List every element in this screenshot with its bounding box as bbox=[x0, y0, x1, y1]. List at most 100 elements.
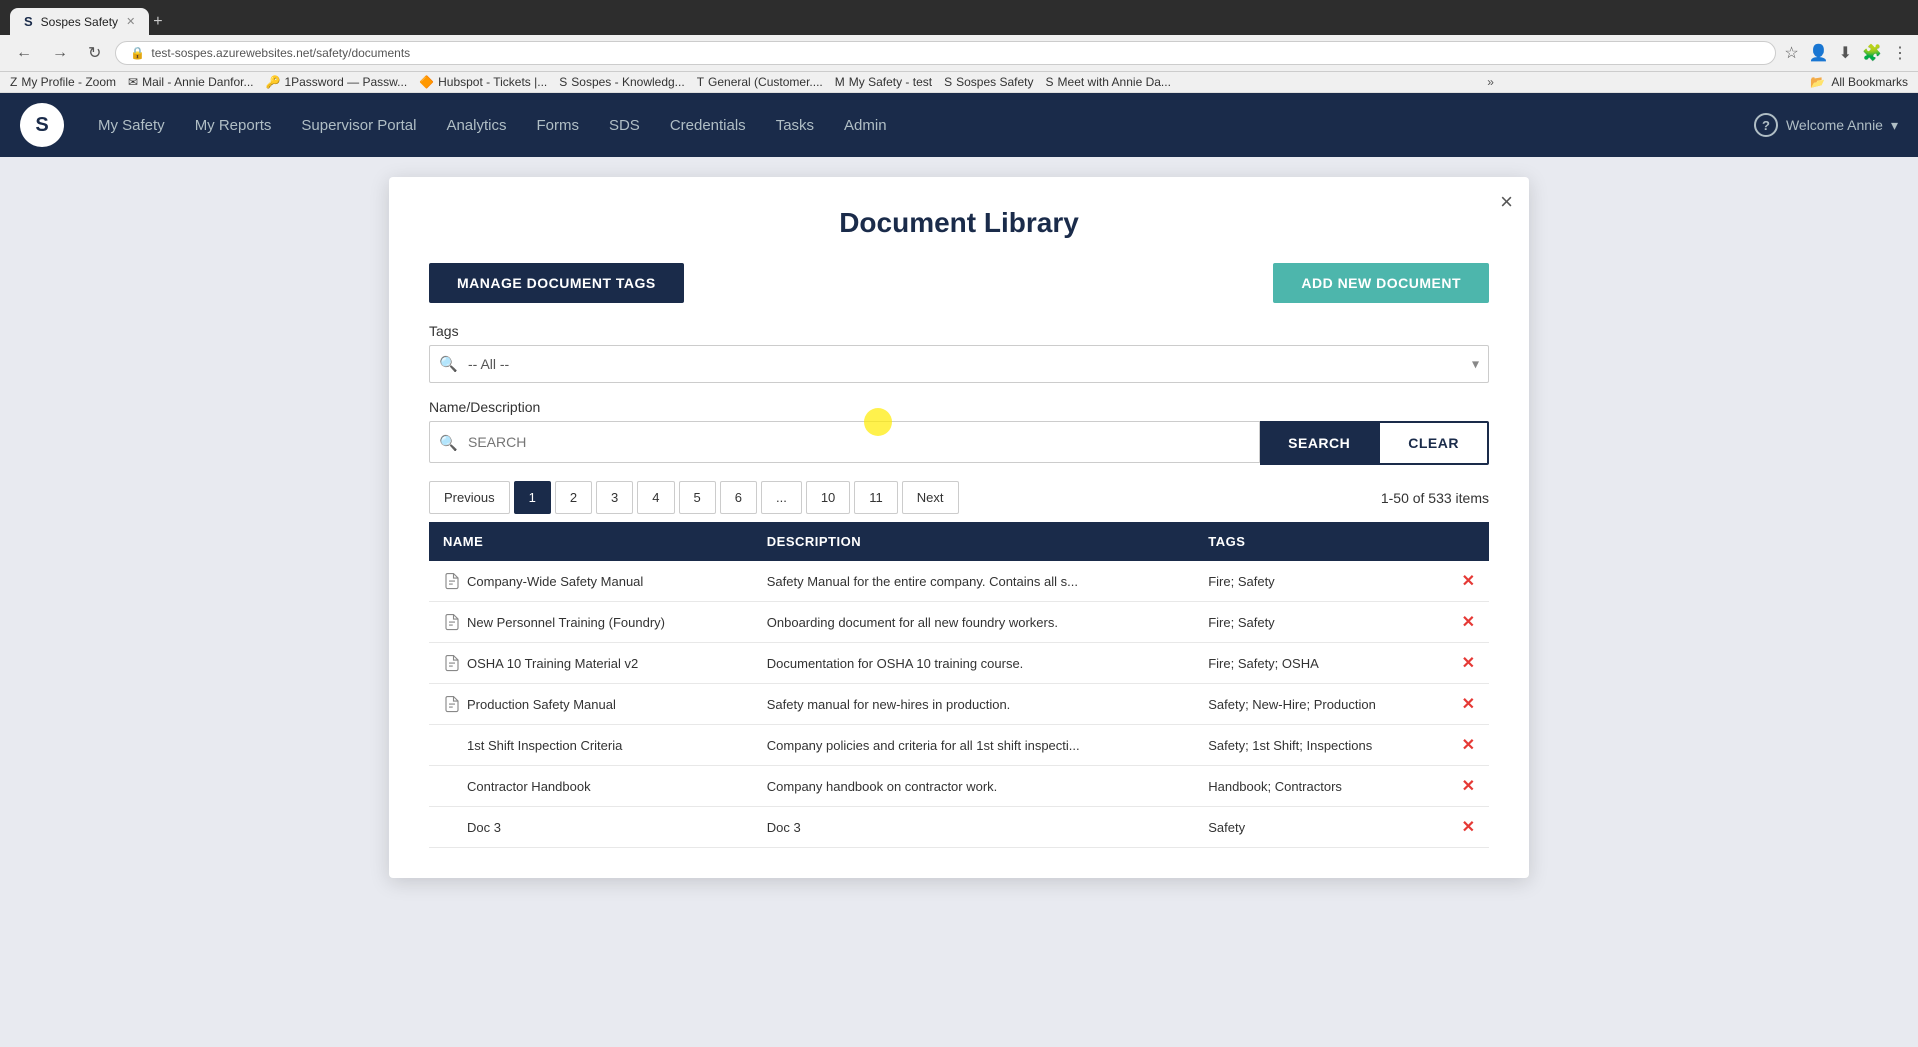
tab-close-icon[interactable]: ✕ bbox=[126, 15, 135, 28]
nav-forms[interactable]: Forms bbox=[522, 109, 593, 142]
nav-credentials[interactable]: Credentials bbox=[656, 109, 760, 142]
tags-select[interactable]: -- All -- bbox=[429, 345, 1489, 383]
page-6-button[interactable]: 6 bbox=[720, 481, 757, 514]
column-header-description: DESCRIPTION bbox=[753, 522, 1194, 561]
bookmarks-star-icon[interactable]: ☆ bbox=[1784, 43, 1798, 63]
cell-delete[interactable]: ✕ bbox=[1448, 602, 1489, 643]
delete-row-button[interactable]: ✕ bbox=[1462, 694, 1475, 714]
forward-button[interactable]: → bbox=[46, 42, 74, 64]
page-3-button[interactable]: 3 bbox=[596, 481, 633, 514]
menu-icon[interactable]: ⋮ bbox=[1892, 43, 1908, 63]
bookmark-hubspot-icon: 🔶 bbox=[419, 75, 434, 89]
table-row: Production Safety Manual Safety manual f… bbox=[429, 684, 1489, 725]
nav-supervisor-portal[interactable]: Supervisor Portal bbox=[287, 109, 430, 142]
bookmark-meet-icon: S bbox=[1046, 75, 1054, 89]
delete-row-button[interactable]: ✕ bbox=[1462, 817, 1475, 837]
page-4-button[interactable]: 4 bbox=[637, 481, 674, 514]
bookmark-1password[interactable]: 🔑 1Password — Passw... bbox=[265, 75, 407, 89]
nav-sds[interactable]: SDS bbox=[595, 109, 654, 142]
delete-row-button[interactable]: ✕ bbox=[1462, 735, 1475, 755]
cell-tags: Safety; 1st Shift; Inspections bbox=[1194, 725, 1447, 766]
bookmarks-more-button[interactable]: » bbox=[1487, 75, 1494, 89]
cell-description: Onboarding document for all new foundry … bbox=[753, 602, 1194, 643]
profile-icon[interactable]: 👤 bbox=[1809, 43, 1829, 63]
previous-page-button[interactable]: Previous bbox=[429, 481, 510, 514]
download-icon[interactable]: ⬇ bbox=[1839, 43, 1852, 63]
search-button[interactable]: SEARCH bbox=[1260, 421, 1378, 465]
user-menu[interactable]: ? Welcome Annie ▾ bbox=[1754, 113, 1898, 137]
all-bookmarks-button[interactable]: 📂 All Bookmarks bbox=[1810, 75, 1908, 89]
modal-actions: MANAGE DOCUMENT TAGS ADD NEW DOCUMENT bbox=[429, 263, 1489, 303]
cell-delete[interactable]: ✕ bbox=[1448, 684, 1489, 725]
cell-name: 1st Shift Inspection Criteria bbox=[429, 725, 753, 766]
bookmark-sospes-k-icon: S bbox=[559, 75, 567, 89]
delete-row-button[interactable]: ✕ bbox=[1462, 653, 1475, 673]
cell-name: New Personnel Training (Foundry) bbox=[429, 602, 753, 643]
active-tab[interactable]: S Sospes Safety ✕ bbox=[10, 8, 149, 35]
bookmark-hubspot[interactable]: 🔶 Hubspot - Tickets |... bbox=[419, 75, 547, 89]
bookmark-sospes-knowledge[interactable]: S Sospes - Knowledg... bbox=[559, 75, 684, 89]
page-10-button[interactable]: 10 bbox=[806, 481, 850, 514]
tab-label: Sospes Safety bbox=[41, 15, 118, 29]
search-input[interactable] bbox=[429, 421, 1260, 463]
bookmark-meet-annie[interactable]: S Meet with Annie Da... bbox=[1046, 75, 1171, 89]
reload-button[interactable]: ↻ bbox=[82, 41, 107, 65]
modal-title: Document Library bbox=[429, 207, 1489, 239]
delete-row-button[interactable]: ✕ bbox=[1462, 776, 1475, 796]
new-tab-button[interactable]: + bbox=[153, 13, 162, 31]
nav-admin[interactable]: Admin bbox=[830, 109, 901, 142]
page-background: × Document Library MANAGE DOCUMENT TAGS … bbox=[0, 157, 1918, 1047]
cell-description: Company policies and criteria for all 1s… bbox=[753, 725, 1194, 766]
cell-name: Contractor Handbook bbox=[429, 766, 753, 807]
extensions-icon[interactable]: 🧩 bbox=[1862, 43, 1882, 63]
delete-row-button[interactable]: ✕ bbox=[1462, 571, 1475, 591]
cell-name: OSHA 10 Training Material v2 bbox=[429, 643, 753, 684]
cell-delete[interactable]: ✕ bbox=[1448, 807, 1489, 848]
page-11-button[interactable]: 11 bbox=[854, 481, 898, 514]
cell-delete[interactable]: ✕ bbox=[1448, 725, 1489, 766]
address-bar[interactable]: 🔒 test-sospes.azurewebsites.net/safety/d… bbox=[115, 41, 1776, 65]
doc-icon bbox=[443, 613, 461, 631]
nav-my-reports[interactable]: My Reports bbox=[181, 109, 286, 142]
bookmark-general[interactable]: T General (Customer.... bbox=[697, 75, 823, 89]
user-menu-chevron-icon: ▾ bbox=[1891, 117, 1898, 134]
table-row: Contractor Handbook Company handbook on … bbox=[429, 766, 1489, 807]
modal-close-button[interactable]: × bbox=[1500, 189, 1513, 215]
search-input-wrapper: 🔍 bbox=[429, 421, 1260, 465]
page-2-button[interactable]: 2 bbox=[555, 481, 592, 514]
cell-tags: Safety bbox=[1194, 807, 1447, 848]
back-button[interactable]: ← bbox=[10, 42, 38, 64]
help-icon[interactable]: ? bbox=[1754, 113, 1778, 137]
app-logo[interactable]: S bbox=[20, 103, 64, 147]
bookmark-mail[interactable]: ✉ Mail - Annie Danfor... bbox=[128, 75, 253, 89]
search-label: Name/Description bbox=[429, 399, 1489, 415]
doc-icon bbox=[443, 572, 461, 590]
address-text: test-sospes.azurewebsites.net/safety/doc… bbox=[151, 46, 410, 60]
bookmark-zoom-icon: Z bbox=[10, 75, 17, 89]
table-row: OSHA 10 Training Material v2 Documentati… bbox=[429, 643, 1489, 684]
documents-table: NAME DESCRIPTION TAGS Company-Wide Safet… bbox=[429, 522, 1489, 848]
bookmark-mail-icon: ✉ bbox=[128, 75, 138, 89]
page-5-button[interactable]: 5 bbox=[679, 481, 716, 514]
page-1-button[interactable]: 1 bbox=[514, 481, 551, 514]
delete-row-button[interactable]: ✕ bbox=[1462, 612, 1475, 632]
cell-delete[interactable]: ✕ bbox=[1448, 643, 1489, 684]
add-new-document-button[interactable]: ADD NEW DOCUMENT bbox=[1273, 263, 1489, 303]
nav-my-safety[interactable]: My Safety bbox=[84, 109, 179, 142]
clear-button[interactable]: CLEAR bbox=[1378, 421, 1489, 465]
bookmark-sospes-safety[interactable]: S Sospes Safety bbox=[944, 75, 1033, 89]
manage-document-tags-button[interactable]: MANAGE DOCUMENT TAGS bbox=[429, 263, 684, 303]
column-header-actions bbox=[1448, 522, 1489, 561]
cell-tags: Safety; New-Hire; Production bbox=[1194, 684, 1447, 725]
cell-delete[interactable]: ✕ bbox=[1448, 766, 1489, 807]
page-ellipsis: ... bbox=[761, 481, 802, 514]
cell-name: Company-Wide Safety Manual bbox=[429, 561, 753, 602]
bookmark-mysafety-test[interactable]: M My Safety - test bbox=[835, 75, 932, 89]
table-row: New Personnel Training (Foundry) Onboard… bbox=[429, 602, 1489, 643]
nav-analytics[interactable]: Analytics bbox=[432, 109, 520, 142]
nav-tasks[interactable]: Tasks bbox=[762, 109, 828, 142]
next-page-button[interactable]: Next bbox=[902, 481, 959, 514]
cell-delete[interactable]: ✕ bbox=[1448, 561, 1489, 602]
bookmark-zoom[interactable]: Z My Profile - Zoom bbox=[10, 75, 116, 89]
bookmark-general-icon: T bbox=[697, 75, 704, 89]
